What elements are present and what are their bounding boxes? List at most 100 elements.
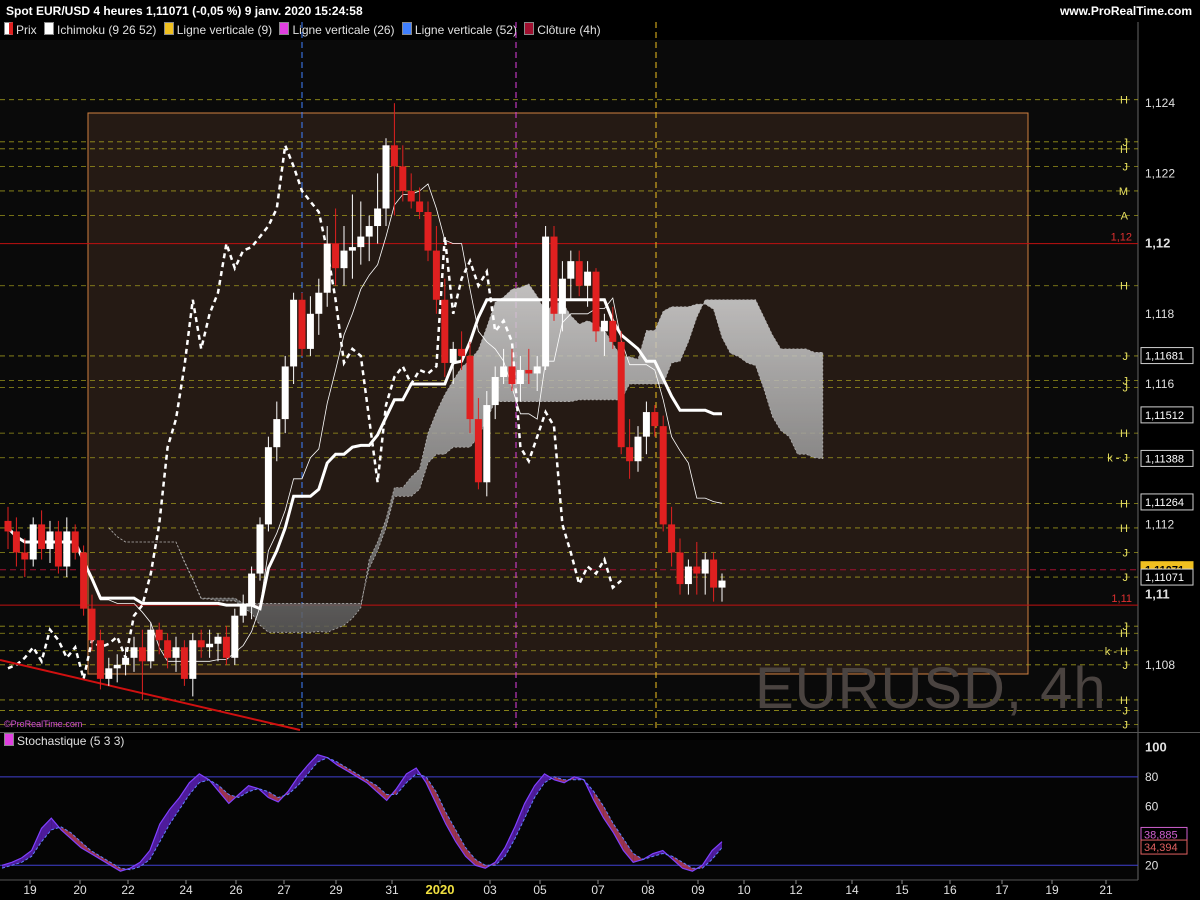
stochastic-fill [435, 791, 446, 824]
level-label: J [1123, 351, 1129, 363]
stochastic-value-label: 38,885 [1144, 829, 1178, 841]
level-label: H [1120, 498, 1128, 510]
time-tick-label: 29 [329, 883, 343, 897]
candle-body [105, 668, 113, 679]
candle-body [399, 166, 407, 191]
candle-body [684, 566, 692, 585]
stochastic-fill [623, 838, 634, 863]
stochastic-fill [140, 850, 150, 867]
level-label: H [1120, 428, 1128, 440]
stochastic-d-line [1, 757, 723, 871]
site-link[interactable]: www.ProRealTime.com [1060, 4, 1192, 18]
candle-body [407, 190, 415, 202]
candle-body [592, 271, 600, 332]
stochastic-fill [574, 776, 584, 780]
candle-body [172, 647, 180, 658]
price-label: 1,11071 [1145, 565, 1184, 577]
candle-body [29, 524, 37, 560]
candle-body [609, 320, 617, 342]
candle-body [365, 226, 373, 237]
legend-item-cloture[interactable]: Clôture (4h) [524, 22, 601, 37]
stochastic-fill [416, 768, 427, 783]
price-tick-label: 1,118 [1145, 307, 1174, 321]
stochastic-fill [386, 788, 397, 801]
candle-body [12, 531, 20, 553]
level-label: J [1123, 161, 1129, 173]
candle-body [63, 531, 71, 567]
price-label: 1,11264 [1145, 497, 1184, 509]
price-label: 1,11388 [1145, 453, 1184, 465]
time-tick-label: 22 [121, 883, 135, 897]
candle-body [491, 376, 499, 406]
candle-body [466, 355, 474, 420]
time-tick-label: 03 [483, 883, 497, 897]
stochastic-fill [426, 776, 436, 804]
level-label: k - H [1105, 646, 1128, 658]
stochastic-fill [307, 754, 318, 774]
stochastic-fill [179, 782, 190, 810]
stochastic-fill [159, 809, 170, 842]
stochastic-fill [120, 868, 131, 872]
panel-divider [0, 732, 1200, 733]
price-label-box [1140, 561, 1194, 579]
stochastic-fill [258, 788, 269, 798]
candle-body [424, 212, 432, 251]
candle-body [323, 243, 331, 293]
legend-item-prix[interactable]: Prix [4, 22, 37, 37]
candle-body [113, 664, 121, 669]
time-tick-label: 24 [179, 883, 193, 897]
price-chart[interactable]: HJHJMAHJJJHk - JHHJJJHk - HJHJJ1,1241,12… [0, 0, 1200, 900]
candle-body [197, 640, 205, 648]
stochastic-fill [268, 791, 279, 802]
stochastic-fill [11, 857, 22, 866]
candle-body [584, 271, 592, 286]
candle-body [533, 366, 541, 374]
level-label: J [1123, 705, 1129, 717]
candle-body [567, 261, 575, 279]
stochastic-fill [149, 824, 160, 860]
price-tick-label: 1,122 [1145, 166, 1175, 180]
candle-body [147, 629, 155, 662]
legend-label: Prix [16, 23, 37, 37]
chikou-line [7, 140, 623, 680]
candle-body [332, 243, 340, 269]
candle-body [558, 278, 566, 314]
stochastic-fill [327, 757, 338, 766]
stochastic-fill [672, 856, 683, 869]
swatch-icon [279, 22, 290, 35]
stochastic-fill [682, 862, 693, 872]
candle-body [659, 426, 667, 525]
candle-body [701, 559, 709, 574]
level-label: H [1120, 95, 1128, 107]
time-tick-label: 2020 [426, 882, 455, 897]
price-label-box [1140, 347, 1194, 365]
candle-body [281, 366, 289, 420]
stochastic-fill [544, 773, 555, 783]
legend-label: Ichimoku (9 26 52) [57, 23, 157, 37]
candle-body [449, 348, 457, 363]
candle-body [248, 573, 256, 606]
price-label: 1,11681 [1145, 351, 1184, 363]
legend-item-vline-9[interactable]: Ligne verticale (9) [163, 22, 272, 37]
stochastic-fill [347, 768, 358, 777]
stochastic-k-line [1, 754, 723, 872]
candle-body [348, 247, 356, 251]
swatch-icon [524, 22, 535, 35]
level-label: k - J [1107, 453, 1128, 465]
legend-item-vline-26[interactable]: Ligne verticale (26) [279, 22, 395, 37]
stochastic-legend[interactable]: Stochastique (5 3 3) [4, 733, 124, 748]
legend-item-ichimoku[interactable]: Ichimoku (9 26 52) [44, 22, 156, 37]
candle-body [122, 657, 130, 665]
price-label: 1,11071 [1145, 572, 1184, 584]
legend-item-vline-52[interactable]: Ligne verticale (52) [401, 22, 517, 37]
stochastic-fill [475, 859, 486, 869]
level-label: H [1120, 628, 1128, 640]
stochastic-fill [297, 765, 308, 786]
price-label-box [1140, 568, 1194, 586]
candle-body [222, 636, 230, 658]
stochastic-fill [603, 806, 614, 833]
stochastic-fill [337, 762, 348, 771]
candle-body [676, 552, 684, 585]
candle-body [642, 412, 650, 437]
price-plot-area [0, 40, 1138, 728]
